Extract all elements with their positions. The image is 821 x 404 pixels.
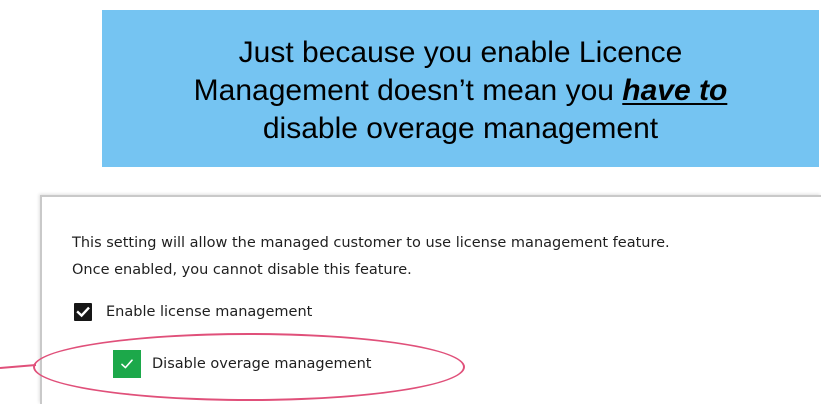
disable-overage-management-label: Disable overage management — [152, 356, 372, 372]
description-line-2: Once enabled, you cannot disable this fe… — [72, 262, 412, 278]
callout-banner: Just because you enable Licence Manageme… — [102, 10, 819, 167]
enable-license-management-checkbox[interactable] — [74, 303, 92, 321]
disable-overage-management-option[interactable]: Disable overage management — [113, 350, 371, 378]
callout-line-2-prefix: Management doesn’t mean you — [193, 73, 623, 107]
callout-text: Just because you enable Licence Manageme… — [141, 34, 781, 148]
checkmark-icon — [76, 306, 90, 318]
callout-line-2: Management doesn’t mean you have to — [141, 72, 781, 110]
callout-emphasis: have to — [622, 73, 728, 107]
description-line-1: This setting will allow the managed cust… — [72, 235, 670, 251]
setting-description: This setting will allow the managed cust… — [72, 230, 817, 284]
callout-line-3: disable overage management — [262, 111, 659, 145]
enable-license-management-option[interactable]: Enable license management — [74, 303, 312, 321]
enable-license-management-label: Enable license management — [106, 304, 313, 320]
checkmark-icon — [121, 359, 133, 369]
disable-overage-management-checkbox[interactable] — [113, 350, 141, 378]
callout-line-1: Just because you enable Licence — [238, 35, 683, 69]
